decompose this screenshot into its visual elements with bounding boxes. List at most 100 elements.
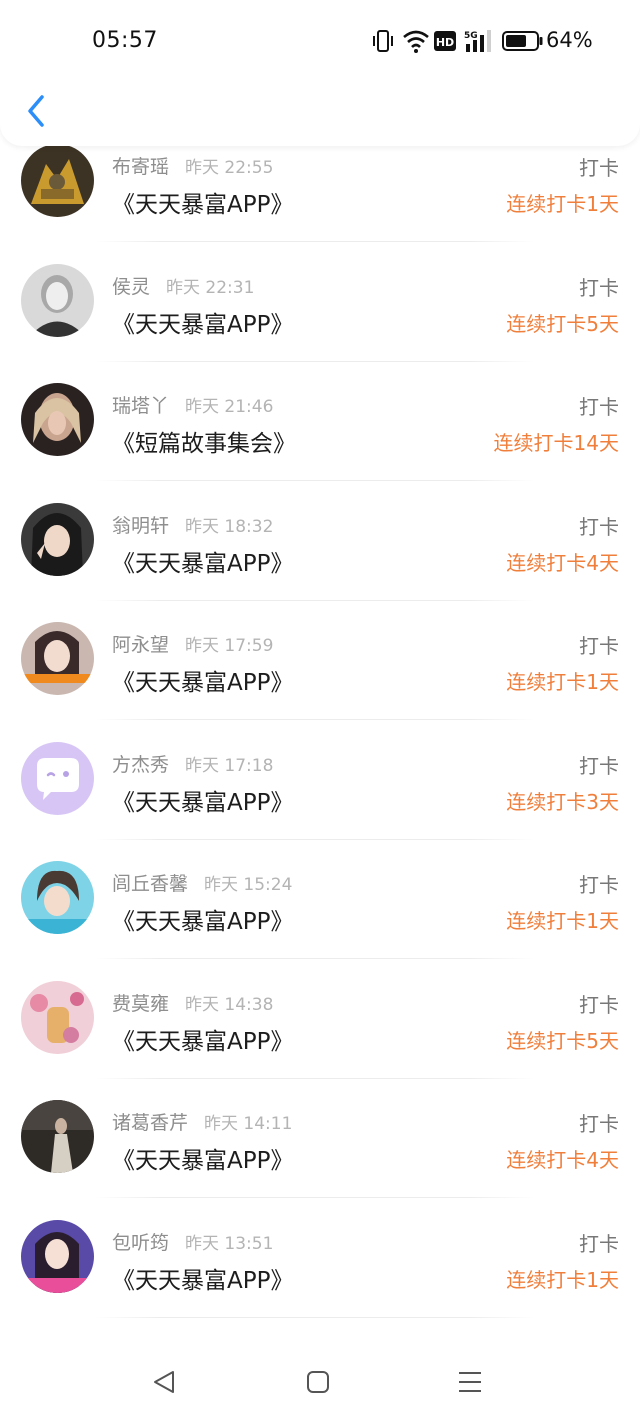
home-square-icon[interactable] — [303, 1368, 333, 1396]
checkin-action: 打卡 — [579, 275, 619, 300]
svg-text:HD: HD — [436, 36, 454, 49]
vibrate-icon — [373, 30, 393, 52]
book-title[interactable]: 《天天暴富APP》 — [112, 663, 293, 697]
book-title[interactable]: 《短篇故事集会》 — [112, 424, 296, 458]
list-item[interactable]: 闾丘香馨 昨天 15:24 《天天暴富APP》 打卡 连续打卡1天 — [0, 837, 640, 959]
streak-label: 连续打卡1天 — [506, 670, 619, 694]
list-item[interactable]: 诸葛香芹 昨天 14:11 《天天暴富APP》 打卡 连续打卡4天 — [0, 1076, 640, 1198]
chevron-left-icon[interactable] — [22, 92, 52, 130]
avatar-image — [21, 980, 94, 1054]
user-name: 侯灵 昨天 22:31 — [112, 272, 254, 299]
streak-label: 连续打卡4天 — [506, 550, 619, 575]
top-bar: 05:57 HD 5G 64% — [0, 0, 640, 146]
user-name: 费莫雍 昨天 14:38 — [112, 989, 273, 1016]
book-title[interactable]: 《天天暴富APP》 — [112, 1141, 293, 1175]
status-time: 05:57 — [92, 28, 158, 53]
streak-label: 连续打卡5天 — [506, 1028, 619, 1053]
avatar-image — [21, 861, 94, 934]
avatar-image — [21, 622, 94, 695]
streak-label: 连续打卡1天 — [506, 909, 619, 933]
system-nav-bar — [0, 1338, 640, 1422]
streak-label: 连续打卡3天 — [506, 789, 619, 814]
avatar[interactable] — [21, 1100, 94, 1173]
avatar-image — [21, 1219, 94, 1293]
avatar-image — [21, 144, 94, 217]
user-name-text: 瑞塔丫 — [112, 395, 170, 417]
streak-label: 连续打卡14天 — [493, 431, 619, 455]
checkin-action: 打卡 — [579, 514, 619, 539]
checkin-time: 昨天 22:55 — [185, 158, 274, 178]
checkin-action: 打卡 — [579, 992, 619, 1017]
avatar-image — [21, 502, 94, 576]
list-item[interactable]: 瑞塔丫 昨天 21:46 《短篇故事集会》 打卡 连续打卡14天 — [0, 359, 640, 481]
divider — [95, 1316, 535, 1318]
user-name-text: 布寄瑶 — [112, 156, 170, 178]
user-name: 方杰秀 昨天 17:18 — [112, 750, 273, 777]
checkin-action: 打卡 — [579, 395, 619, 419]
user-name-text: 包听筠 — [112, 1231, 170, 1254]
checkin-time: 昨天 14:11 — [204, 1114, 293, 1134]
avatar-image — [21, 383, 94, 456]
user-name: 瑞塔丫 昨天 21:46 — [112, 391, 273, 418]
battery-icon — [502, 31, 543, 51]
hd-icon: HD — [434, 31, 456, 51]
battery-percent: 64% — [546, 28, 593, 52]
svg-text:5G: 5G — [464, 31, 478, 41]
checkin-action: 打卡 — [579, 753, 619, 778]
checkin-action: 打卡 — [579, 156, 619, 180]
user-name-text: 闾丘香馨 — [112, 873, 189, 895]
list-item[interactable]: 侯灵 昨天 22:31 《天天暴富APP》 打卡 连续打卡5天 — [0, 240, 640, 362]
avatar[interactable] — [21, 502, 94, 576]
user-name: 闾丘香馨 昨天 15:24 — [112, 869, 292, 896]
user-name: 阿永望 昨天 17:59 — [112, 630, 273, 657]
avatar[interactable] — [21, 383, 94, 456]
list-item[interactable]: 方杰秀 昨天 17:18 《天天暴富APP》 打卡 连续打卡3天 — [0, 718, 640, 840]
streak-label: 连续打卡1天 — [506, 192, 619, 216]
checkin-action: 打卡 — [579, 1231, 619, 1256]
book-title[interactable]: 《天天暴富APP》 — [112, 1022, 293, 1056]
checkin-action: 打卡 — [579, 1112, 619, 1136]
book-title[interactable]: 《天天暴富APP》 — [112, 783, 293, 817]
avatar[interactable] — [21, 144, 94, 217]
list-item[interactable]: 包听筠 昨天 13:51 《天天暴富APP》 打卡 连续打卡1天 — [0, 1196, 640, 1318]
list-item[interactable]: 翁明轩 昨天 18:32 《天天暴富APP》 打卡 连续打卡4天 — [0, 479, 640, 601]
book-title[interactable]: 《天天暴富APP》 — [112, 185, 293, 219]
streak-label: 连续打卡5天 — [506, 311, 619, 336]
avatar[interactable] — [21, 1219, 94, 1293]
user-name-text: 方杰秀 — [112, 753, 170, 776]
user-name-text: 费莫雍 — [112, 992, 170, 1015]
book-title[interactable]: 《天天暴富APP》 — [112, 305, 293, 339]
menu-lines-icon[interactable] — [455, 1368, 485, 1396]
list-item[interactable]: 阿永望 昨天 17:59 《天天暴富APP》 打卡 连续打卡1天 — [0, 598, 640, 720]
user-name-text: 诸葛香芹 — [112, 1112, 189, 1134]
avatar-image — [21, 1100, 94, 1173]
book-title[interactable]: 《天天暴富APP》 — [112, 1261, 293, 1295]
checkin-time: 昨天 17:59 — [185, 636, 274, 656]
5g-signal-icon: 5G — [464, 30, 491, 52]
checkin-time: 昨天 22:31 — [166, 277, 255, 298]
book-title[interactable]: 《天天暴富APP》 — [112, 544, 293, 578]
checkin-time: 昨天 21:46 — [185, 397, 274, 417]
user-name: 包听筠 昨天 13:51 — [112, 1228, 273, 1255]
user-name-text: 阿永望 — [112, 634, 170, 656]
checkin-time: 昨天 17:18 — [185, 755, 274, 776]
list-item[interactable]: 费莫雍 昨天 14:38 《天天暴富APP》 打卡 连续打卡5天 — [0, 957, 640, 1079]
user-name-text: 侯灵 — [112, 275, 151, 298]
user-name: 布寄瑶 昨天 22:55 — [112, 152, 273, 179]
user-name: 诸葛香芹 昨天 14:11 — [112, 1108, 292, 1135]
avatar-image — [21, 263, 94, 337]
wifi-icon — [403, 30, 429, 53]
avatar[interactable] — [21, 263, 94, 337]
avatar[interactable] — [21, 980, 94, 1054]
checkin-action: 打卡 — [579, 873, 619, 897]
checkin-action: 打卡 — [579, 634, 619, 658]
avatar[interactable] — [21, 861, 94, 934]
book-title[interactable]: 《天天暴富APP》 — [112, 902, 293, 936]
user-name: 翁明轩 昨天 18:32 — [112, 511, 273, 538]
back-triangle-icon[interactable] — [150, 1368, 180, 1396]
avatar[interactable] — [21, 622, 94, 695]
streak-label: 连续打卡1天 — [506, 1267, 619, 1292]
avatar[interactable] — [21, 741, 94, 815]
checkin-time: 昨天 14:38 — [185, 994, 274, 1015]
checkin-time: 昨天 18:32 — [185, 516, 274, 537]
